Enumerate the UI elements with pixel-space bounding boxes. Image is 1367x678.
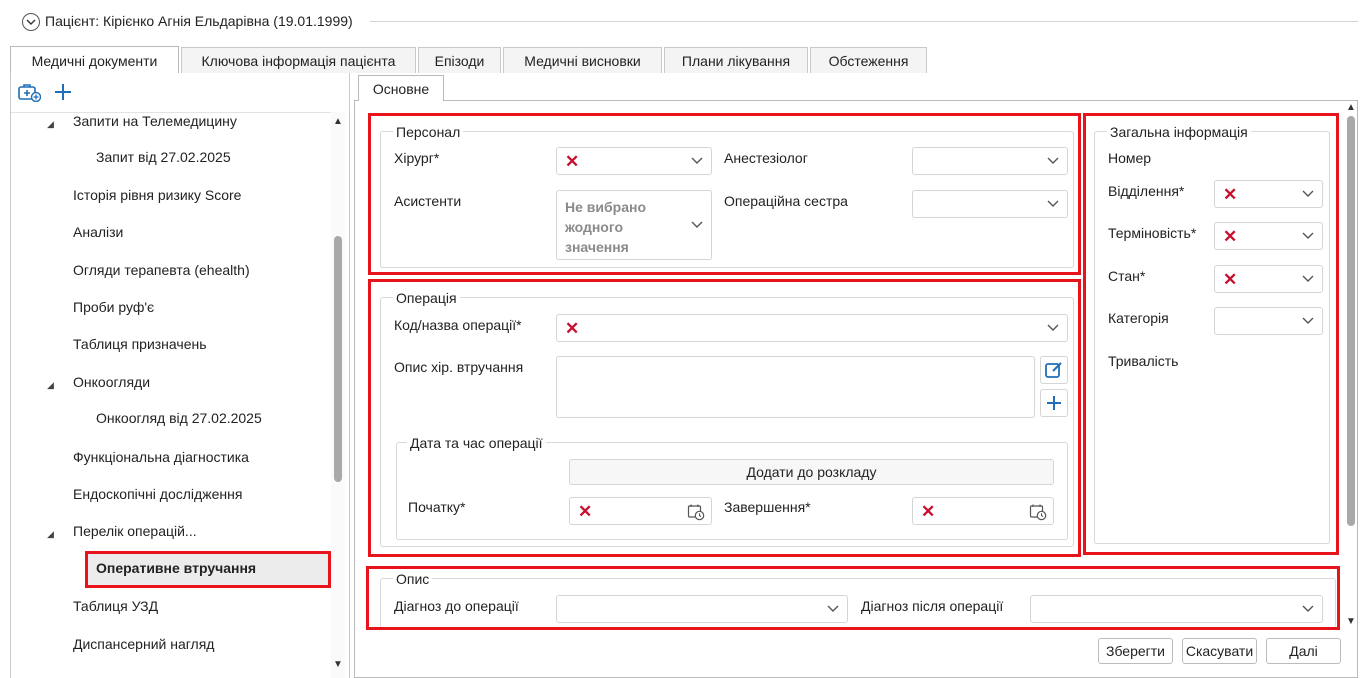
scroll-up-icon[interactable]: ▲ (333, 116, 343, 127)
expand-triangle-icon[interactable]: ◢ (47, 380, 54, 391)
tab-main[interactable]: Основне (358, 75, 444, 101)
tree-scrollbar[interactable]: ▲ ▼ (331, 112, 345, 678)
plus-icon (55, 84, 71, 100)
expand-triangle-icon[interactable]: ◢ (47, 529, 54, 540)
highlight-operation (368, 279, 1081, 557)
highlight-personal (368, 113, 1081, 275)
tab-medical-conclusions[interactable]: Медичні висновки (503, 47, 662, 73)
documents-tree: ◢ Запити на Телемедицину Запит від 27.02… (11, 112, 331, 678)
tree-item-analyses[interactable]: Аналізи (73, 224, 123, 240)
highlight-general-info (1083, 113, 1339, 555)
tree-item-telemedicine-request[interactable]: Запит від 27.02.2025 (96, 149, 231, 165)
tab-examinations[interactable]: Обстеження (810, 47, 927, 73)
tree-item-ultrasound-table[interactable]: Таблиця УЗД (73, 598, 158, 614)
medical-case-add-icon (18, 84, 41, 102)
tree-item-prescriptions-table[interactable]: Таблиця призначень (73, 336, 207, 352)
tree-item-therapist-reviews[interactable]: Огляди терапевта (ehealth) (73, 262, 250, 278)
tree-item-onco-review[interactable]: Онкоогляд від 27.02.2025 (96, 410, 262, 426)
add-document-folder-button[interactable] (17, 80, 41, 104)
add-button[interactable] (51, 80, 75, 104)
next-button[interactable]: Далі (1266, 638, 1341, 664)
scroll-down-icon[interactable]: ▼ (333, 659, 343, 670)
tree-item-functional-diagnostics[interactable]: Функціональна діагностика (73, 449, 249, 465)
scroll-down-icon[interactable]: ▼ (1346, 616, 1356, 627)
scrollbar-thumb[interactable] (334, 236, 342, 482)
form-scrollbar[interactable]: ▲ ▼ (1344, 102, 1358, 632)
tree-item-ruffier-tests[interactable]: Проби руф'є (73, 299, 154, 315)
save-button[interactable]: Зберегти (1098, 638, 1173, 664)
header-divider (370, 21, 1358, 22)
patient-header: Пацієнт: Кірієнко Агнія Ельдарівна (19.0… (10, 8, 1358, 36)
tab-medical-documents[interactable]: Медичні документи (10, 46, 179, 74)
tree-item-endoscopy[interactable]: Ендоскопічні дослідження (73, 486, 242, 502)
tree-item-onco-reviews[interactable]: Онкоогляди (73, 374, 150, 390)
patient-title: Пацієнт: Кірієнко Агнія Ельдарівна (19.0… (45, 13, 353, 29)
highlight-description (366, 566, 1340, 630)
scrollbar-thumb[interactable] (1347, 116, 1355, 526)
tab-treatment-plans[interactable]: Плани лікування (664, 47, 808, 73)
tree-item-dispensary[interactable]: Диспансерний нагляд (73, 636, 214, 652)
tab-key-patient-info[interactable]: Ключова інформація пацієнта (181, 47, 416, 73)
highlight-selected-tree-item (85, 551, 331, 588)
expand-triangle-icon[interactable]: ◢ (47, 119, 54, 130)
scroll-up-icon[interactable]: ▲ (1346, 102, 1356, 113)
cancel-button[interactable]: Скасувати (1182, 638, 1257, 664)
tab-episodes[interactable]: Епізоди (418, 47, 501, 73)
tree-item-score-history[interactable]: Історія рівня ризику Score (73, 187, 241, 203)
collapse-chevron-icon[interactable] (22, 13, 40, 31)
tree-item-operations-list[interactable]: Перелік операцій... (73, 523, 197, 539)
tree-item-telemedicine-requests[interactable]: Запити на Телемедицину (73, 113, 237, 129)
